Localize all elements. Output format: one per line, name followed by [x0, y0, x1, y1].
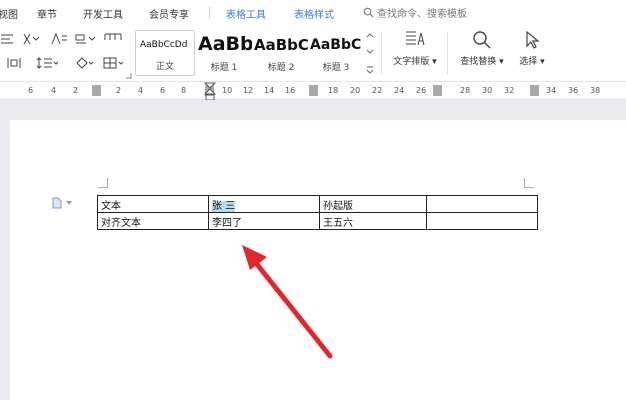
menu-member[interactable]: 会员专享 — [149, 6, 189, 21]
ruler-tick: 22 — [372, 86, 383, 95]
style-normal-sample: AaBbCcDd — [140, 40, 188, 50]
ribbon-toolbar: AaBbCcDd 正文 AaBb 标题 1 AaBbC 标题 2 AaBbC 标… — [0, 26, 626, 82]
chevron-down-icon[interactable] — [366, 49, 374, 55]
menu-bar: 视图 章节 开发工具 会员专享 表格工具 表格样式 查找命令、搜索模板 — [0, 0, 626, 26]
style-heading-3-sample: AaBbC — [310, 37, 362, 53]
ruler-tick: 14 — [264, 86, 275, 95]
style-heading-3-name: 标题 3 — [322, 63, 350, 73]
shading-icon[interactable] — [74, 56, 96, 70]
ruler-tick: 6 — [160, 86, 166, 95]
search-placeholder: 查找命令、搜索模板 — [377, 9, 467, 20]
ruler-tick: 4 — [51, 86, 57, 95]
ruler-tick: 6 — [28, 86, 34, 95]
para-spacing-icon[interactable] — [50, 32, 68, 46]
style-heading-1-sample: AaBb — [198, 33, 252, 55]
style-heading-1-name: 标题 1 — [210, 63, 238, 73]
select-button[interactable]: 选择 ▾ — [512, 30, 552, 76]
ruler-tick: 38 — [590, 86, 601, 95]
ribbon-separator — [381, 32, 382, 74]
ruler-tick: 2 — [73, 86, 79, 95]
magnifier-icon — [473, 31, 491, 49]
menu-view[interactable]: 视图 — [0, 6, 18, 21]
dialog-launcher-icon[interactable] — [126, 73, 132, 79]
select-label: 选择 — [519, 57, 538, 67]
document-area: 文本 张 三 孙起版 对齐文本 李四了 王五六 — [0, 100, 626, 400]
find-replace-button[interactable]: 查找替换 ▾ — [454, 30, 510, 76]
menu-chapter[interactable]: 章节 — [37, 6, 57, 21]
style-heading-2[interactable]: AaBbC 标题 2 — [253, 30, 309, 76]
cursor-icon — [526, 30, 540, 49]
style-normal[interactable]: AaBbCcDd 正文 — [135, 30, 195, 76]
text-direction-icon[interactable] — [22, 32, 40, 46]
ruler-tick: 10 — [222, 86, 233, 95]
style-heading-2-sample: AaBbC — [254, 36, 309, 54]
ruler-tick: 20 — [350, 86, 361, 95]
horizontal-ruler[interactable]: 6 4 2 2 4 6 8 10 12 14 16 18 20 22 24 26… — [0, 82, 626, 101]
ruler-tick: 12 — [243, 86, 254, 95]
ruler-tick: 2 — [116, 86, 122, 95]
style-heading-1[interactable]: AaBb 标题 1 — [196, 30, 252, 76]
distribute-icon[interactable] — [6, 56, 22, 70]
ruler-column-marker[interactable] — [433, 85, 442, 96]
paragraph-indent-icon[interactable] — [74, 32, 96, 46]
expand-gallery-icon[interactable] — [366, 66, 374, 74]
ruler-tick: 30 — [482, 86, 493, 95]
red-arrow-annotation — [242, 245, 333, 359]
ribbon-separator — [447, 32, 448, 74]
chevron-up-icon[interactable] — [366, 32, 374, 38]
text-layout-button[interactable]: 文字排版 ▾ — [388, 30, 442, 76]
ruler-tick: 24 — [394, 86, 405, 95]
ruler-margin-block — [92, 85, 101, 96]
search-icon — [363, 7, 374, 18]
ruler-tick: 34 — [546, 86, 557, 95]
ruler-tick: 16 — [285, 86, 296, 95]
ruler-column-marker[interactable] — [309, 85, 318, 96]
menu-table-style[interactable]: 表格样式 — [294, 6, 334, 21]
ruler-tick: 26 — [416, 86, 427, 95]
text-layout-label: 文字排版 — [393, 57, 430, 67]
ruler-tick: 28 — [460, 86, 471, 95]
find-replace-label: 查找替换 — [460, 57, 497, 67]
menu-dev-tools[interactable]: 开发工具 — [83, 6, 123, 21]
style-gallery: AaBbCcDd 正文 AaBb 标题 1 AaBbC 标题 2 AaBbC 标… — [135, 30, 375, 76]
ruler-margin-block — [530, 85, 539, 96]
style-heading-3[interactable]: AaBbC 标题 3 — [309, 30, 363, 76]
ruler-tick: 36 — [568, 86, 579, 95]
align-icon[interactable] — [0, 32, 16, 46]
style-normal-name: 正文 — [155, 62, 174, 72]
style-gallery-scroll[interactable] — [365, 32, 375, 74]
border-icon[interactable] — [103, 32, 123, 46]
table-border-icon[interactable] — [103, 56, 127, 70]
style-heading-2-name: 标题 2 — [267, 63, 295, 73]
document-page[interactable]: 文本 张 三 孙起版 对齐文本 李四了 王五六 — [10, 120, 626, 400]
command-search[interactable]: 查找命令、搜索模板 — [363, 5, 467, 20]
ruler-tick: 8 — [181, 86, 187, 95]
ruler-tick: 18 — [328, 86, 339, 95]
ruler-tick: 4 — [138, 86, 144, 95]
menu-divider — [209, 7, 210, 19]
menu-table-tools[interactable]: 表格工具 — [226, 6, 266, 21]
ruler-tick: 32 — [504, 86, 515, 95]
line-spacing-icon[interactable] — [36, 56, 58, 70]
text-layout-icon — [406, 31, 425, 46]
